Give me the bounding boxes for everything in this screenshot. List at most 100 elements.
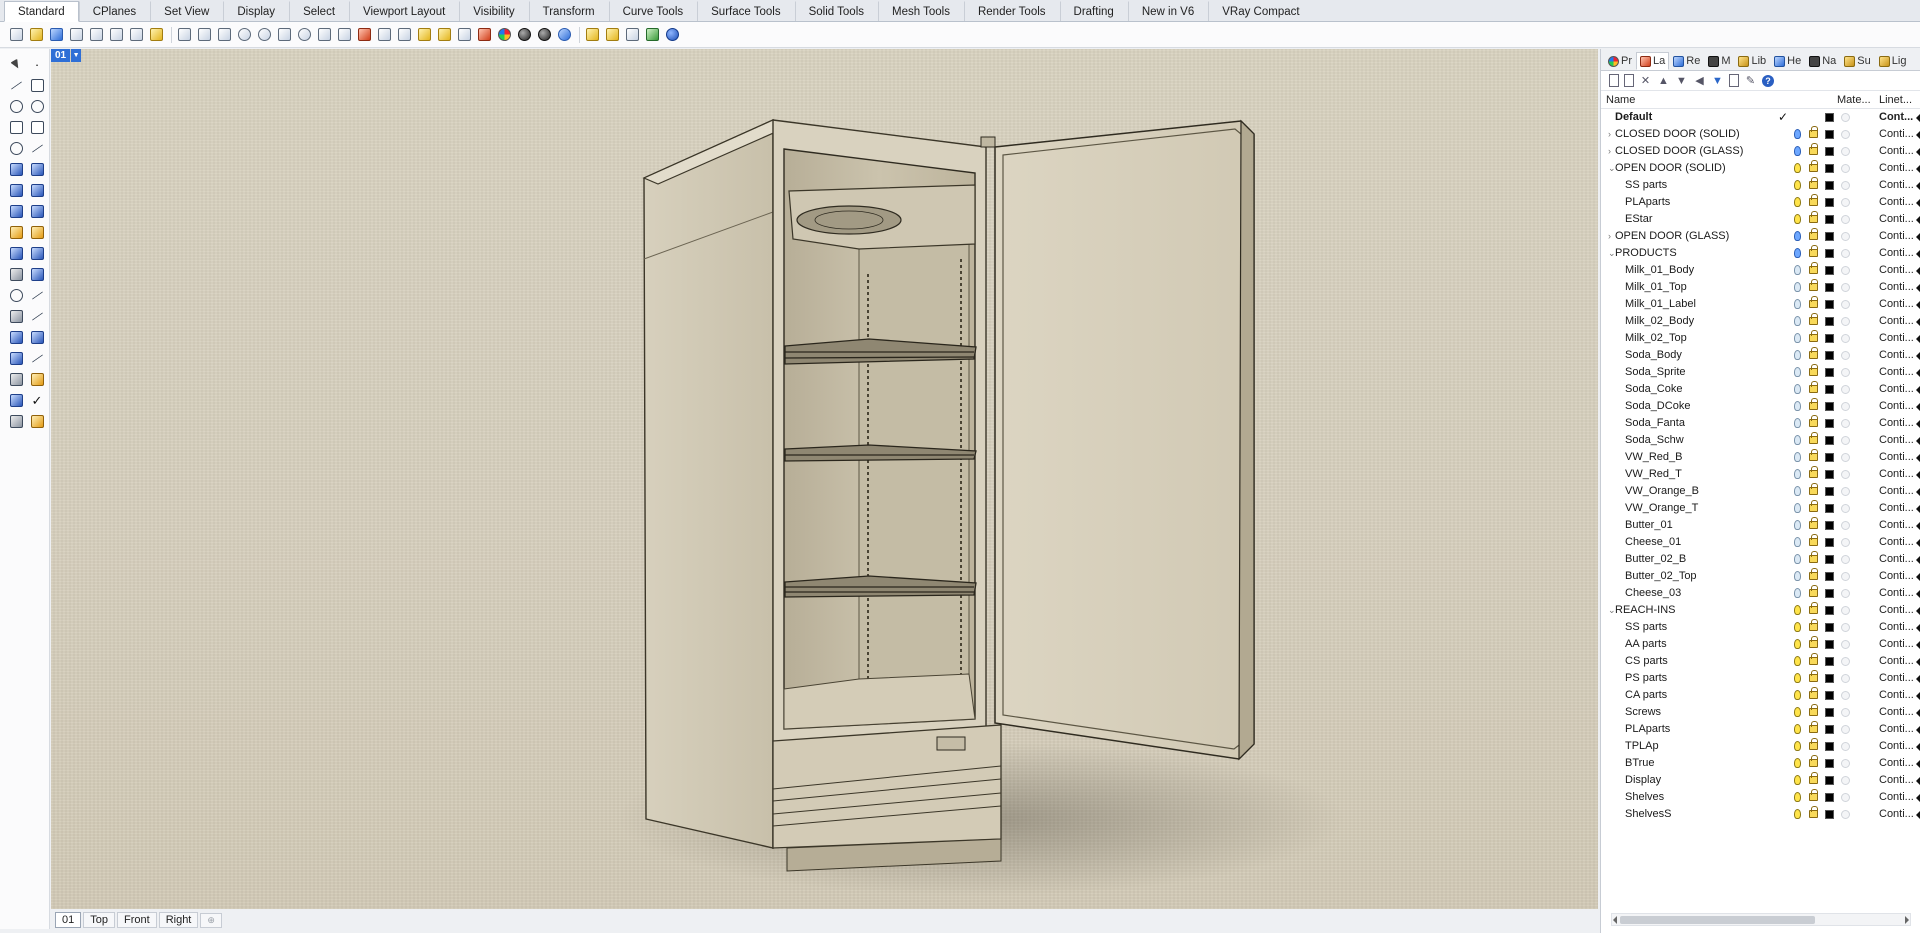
layer-linetype[interactable]: Conti... bbox=[1879, 670, 1914, 687]
point-icon[interactable]: · bbox=[27, 54, 47, 75]
layer-row[interactable]: VW_Red_B Conti... bbox=[1601, 449, 1920, 466]
clipboard-icon[interactable] bbox=[6, 390, 26, 411]
print-icon[interactable] bbox=[68, 26, 85, 43]
lock-icon[interactable] bbox=[1809, 262, 1818, 274]
layer-name[interactable]: PS parts bbox=[1625, 670, 1667, 687]
material-icon[interactable] bbox=[1841, 453, 1850, 462]
analyze-icon[interactable] bbox=[27, 369, 47, 390]
scale-icon[interactable] bbox=[27, 306, 47, 327]
layer-linetype[interactable]: Conti... bbox=[1879, 755, 1914, 772]
layer-color-swatch[interactable] bbox=[1825, 181, 1834, 190]
layer-linetype[interactable]: Conti... bbox=[1879, 398, 1914, 415]
layer-name[interactable]: Soda_Sprite bbox=[1625, 364, 1686, 381]
material-icon[interactable] bbox=[1841, 742, 1850, 751]
material-icon[interactable] bbox=[1841, 130, 1850, 139]
layer-color-swatch[interactable] bbox=[1825, 453, 1834, 462]
layer-row[interactable]: ⌄ OPEN DOOR (SOLID) Conti... bbox=[1601, 160, 1920, 177]
lock-icon[interactable] bbox=[1809, 806, 1818, 818]
array-icon[interactable] bbox=[6, 327, 26, 348]
visibility-bulb-icon[interactable] bbox=[1794, 503, 1801, 513]
layer-name[interactable]: ShelvesS bbox=[1625, 806, 1671, 823]
visibility-bulb-icon[interactable] bbox=[1794, 656, 1801, 666]
visibility-bulb-icon[interactable] bbox=[1794, 571, 1801, 581]
layer-color-swatch[interactable] bbox=[1825, 283, 1834, 292]
layer-row[interactable]: PLAparts Conti... bbox=[1601, 194, 1920, 211]
layer-row[interactable]: Shelves Conti... bbox=[1601, 789, 1920, 806]
material-icon[interactable] bbox=[1841, 181, 1850, 190]
layer-row[interactable]: CS parts Conti... bbox=[1601, 653, 1920, 670]
explode-icon[interactable] bbox=[6, 222, 26, 243]
lock-icon[interactable] bbox=[1809, 364, 1818, 376]
layer-linetype[interactable]: Conti... bbox=[1879, 704, 1914, 721]
layer-linetype[interactable]: Conti... bbox=[1879, 296, 1914, 313]
layer-name[interactable]: Soda_Body bbox=[1625, 347, 1682, 364]
lock-icon[interactable] bbox=[1809, 143, 1818, 155]
column-name[interactable]: Name bbox=[1606, 94, 1635, 106]
layer-row[interactable]: VW_Red_T Conti... bbox=[1601, 466, 1920, 483]
layer-row[interactable]: Soda_DCoke Conti... bbox=[1601, 398, 1920, 415]
layer-color-swatch[interactable] bbox=[1825, 759, 1834, 768]
visibility-bulb-icon[interactable] bbox=[1794, 282, 1801, 292]
layer-color-swatch[interactable] bbox=[1825, 232, 1834, 241]
visibility-bulb-icon[interactable] bbox=[1794, 554, 1801, 564]
viewport-name[interactable]: 01 bbox=[51, 49, 71, 62]
visibility-bulb-icon[interactable] bbox=[1794, 231, 1801, 241]
undo-icon[interactable] bbox=[176, 26, 193, 43]
lock-icon[interactable] bbox=[1809, 636, 1818, 648]
material-icon[interactable] bbox=[1841, 623, 1850, 632]
visibility-bulb-icon[interactable] bbox=[1794, 367, 1801, 377]
material-icon[interactable] bbox=[1841, 589, 1850, 598]
layer-row[interactable]: Soda_Schw Conti... bbox=[1601, 432, 1920, 449]
layer-name[interactable]: REACH-INS bbox=[1615, 602, 1676, 619]
paste-icon[interactable] bbox=[148, 26, 165, 43]
material-icon[interactable] bbox=[1841, 232, 1850, 241]
lock-icon[interactable] bbox=[1809, 687, 1818, 699]
layer-color-swatch[interactable] bbox=[1825, 623, 1834, 632]
save-icon[interactable] bbox=[48, 26, 65, 43]
tools-icon[interactable]: ✎ bbox=[1744, 74, 1757, 87]
solid-tools-icon[interactable] bbox=[27, 180, 47, 201]
layer-linetype[interactable]: Conti... bbox=[1879, 449, 1914, 466]
lock-icon[interactable] bbox=[1809, 296, 1818, 308]
lock-icon[interactable] bbox=[1809, 177, 1818, 189]
visibility-bulb-icon[interactable] bbox=[1794, 350, 1801, 360]
lock-icon[interactable] bbox=[1809, 755, 1818, 767]
layer-linetype[interactable]: Conti... bbox=[1879, 415, 1914, 432]
layer-linetype[interactable]: Conti... bbox=[1879, 602, 1914, 619]
visibility-bulb-icon[interactable] bbox=[1794, 724, 1801, 734]
material-icon[interactable] bbox=[1841, 470, 1850, 479]
lock-icon[interactable] bbox=[1809, 483, 1818, 495]
column-linetype[interactable]: Linet... bbox=[1879, 94, 1912, 106]
layer-linetype[interactable]: Conti... bbox=[1879, 330, 1914, 347]
layer-linetype[interactable]: Conti... bbox=[1879, 806, 1914, 823]
layer-row[interactable]: ⌄ REACH-INS Conti... bbox=[1601, 602, 1920, 619]
layer-color-swatch[interactable] bbox=[1825, 606, 1834, 615]
viewport-tab[interactable]: Right bbox=[158, 912, 199, 928]
layer-name[interactable]: OPEN DOOR (SOLID) bbox=[1615, 160, 1726, 177]
layer-name[interactable]: CA parts bbox=[1625, 687, 1667, 704]
layer-name[interactable]: VW_Orange_T bbox=[1625, 500, 1698, 517]
properties-icon[interactable] bbox=[416, 26, 433, 43]
layer-row[interactable]: › CLOSED DOOR (GLASS) Conti... bbox=[1601, 143, 1920, 160]
gear-icon[interactable] bbox=[604, 26, 621, 43]
toolbar-tab-new-in-v6[interactable]: New in V6 bbox=[1127, 1, 1208, 21]
visibility-bulb-icon[interactable] bbox=[1794, 673, 1801, 683]
layer-row[interactable]: Butter_01 Conti... bbox=[1601, 517, 1920, 534]
layer-name[interactable]: Butter_02_Top bbox=[1625, 568, 1697, 585]
layer-color-swatch[interactable] bbox=[1825, 215, 1834, 224]
lock-icon[interactable] bbox=[1809, 381, 1818, 393]
lock-icon[interactable] bbox=[1809, 585, 1818, 597]
split-icon[interactable] bbox=[6, 264, 26, 285]
layer-row[interactable]: ⌄ PRODUCTS Conti... bbox=[1601, 245, 1920, 262]
layer-name[interactable]: Cheese_01 bbox=[1625, 534, 1681, 551]
layer-color-swatch[interactable] bbox=[1825, 742, 1834, 751]
layer-color-swatch[interactable] bbox=[1825, 674, 1834, 683]
layer-row[interactable]: SS parts Conti... bbox=[1601, 619, 1920, 636]
layer-linetype[interactable]: Conti... bbox=[1879, 687, 1914, 704]
surface-icon[interactable] bbox=[6, 159, 26, 180]
lock-icon[interactable] bbox=[1809, 517, 1818, 529]
visibility-bulb-icon[interactable] bbox=[1794, 265, 1801, 275]
material-icon[interactable] bbox=[1841, 147, 1850, 156]
layer-linetype[interactable]: Conti... bbox=[1879, 381, 1914, 398]
layer-color-swatch[interactable] bbox=[1825, 266, 1834, 275]
